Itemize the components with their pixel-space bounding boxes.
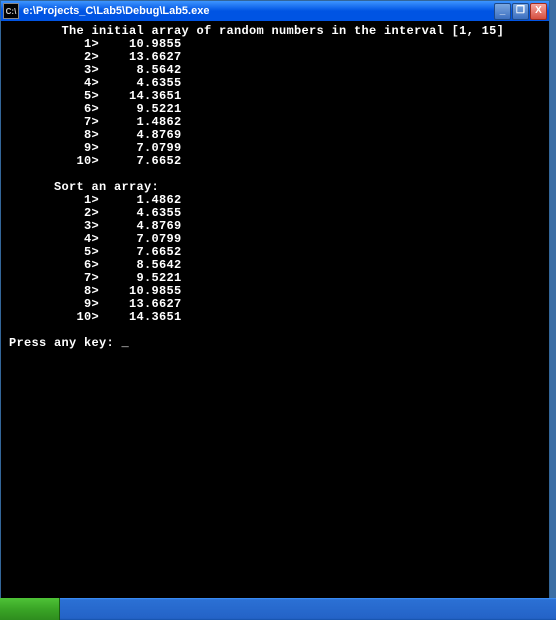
titlebar-text: e:\Projects_C\Lab5\Debug\Lab5.exe [23,5,494,17]
prompt-text: Press any key: [9,336,122,350]
app-icon: C:\ [3,3,19,19]
taskbar[interactable] [0,598,556,620]
console-output[interactable]: The initial array of random numbers in t… [1,21,549,599]
close-button[interactable]: X [530,3,547,20]
console-window: C:\ e:\Projects_C\Lab5\Debug\Lab5.exe _ … [0,0,550,600]
maximize-button[interactable]: ❐ [512,3,529,20]
start-button[interactable] [0,598,60,620]
titlebar-buttons: _ ❐ X [494,3,547,20]
titlebar[interactable]: C:\ e:\Projects_C\Lab5\Debug\Lab5.exe _ … [1,1,549,21]
cursor: _ [122,337,130,350]
minimize-button[interactable]: _ [494,3,511,20]
